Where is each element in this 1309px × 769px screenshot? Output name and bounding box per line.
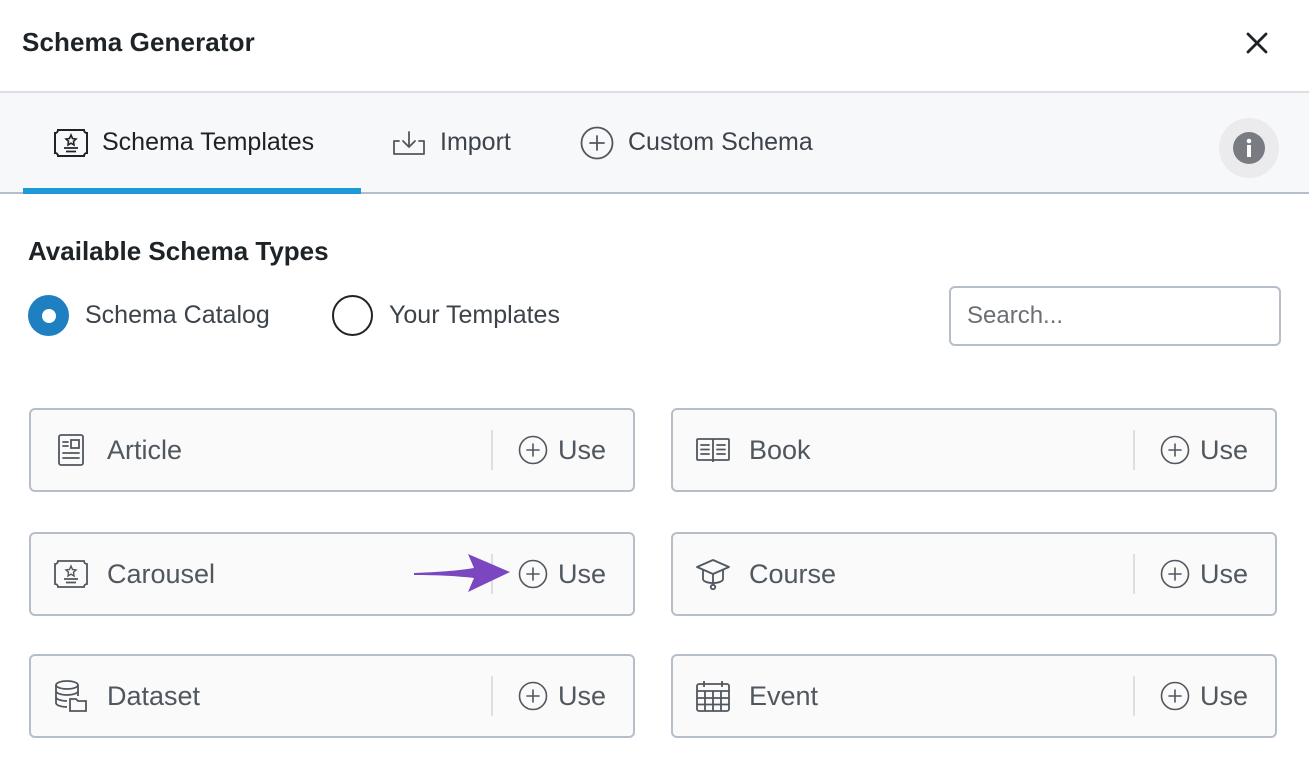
schema-card-carousel: Carousel Use — [29, 532, 635, 616]
schema-label: Carousel — [107, 558, 216, 589]
plus-circle-icon — [1159, 435, 1190, 466]
radio-selected-indicator[interactable] — [28, 295, 69, 336]
plus-circle-icon — [578, 126, 616, 160]
use-label: Use — [1200, 434, 1249, 465]
use-button-article[interactable]: Use — [517, 410, 606, 490]
tab-label: Custom Schema — [628, 128, 813, 156]
radio-label: Schema Catalog — [85, 301, 270, 329]
info-button[interactable] — [1219, 118, 1279, 178]
tab-label: Schema Templates — [102, 128, 315, 156]
divider — [491, 676, 493, 716]
plus-circle-icon — [517, 435, 548, 466]
use-label: Use — [558, 558, 607, 589]
schema-card-article: Article Use — [29, 408, 635, 492]
divider — [491, 430, 493, 470]
use-button-carousel[interactable]: Use — [517, 534, 606, 614]
use-label: Use — [1200, 558, 1249, 589]
book-icon — [695, 432, 731, 468]
certificate-icon — [53, 556, 89, 592]
schema-label: Course — [749, 558, 837, 589]
use-label: Use — [558, 434, 607, 465]
divider — [1133, 676, 1135, 716]
plus-circle-icon — [1159, 681, 1190, 712]
certificate-icon — [52, 126, 90, 160]
use-button-event[interactable]: Use — [1159, 656, 1248, 736]
schema-label: Dataset — [107, 680, 201, 711]
use-label: Use — [1200, 680, 1249, 711]
info-icon — [1233, 132, 1265, 164]
radio-your-templates[interactable]: Your Templates — [332, 295, 560, 336]
use-button-book[interactable]: Use — [1159, 410, 1248, 490]
use-label: Use — [558, 680, 607, 711]
radio-label: Your Templates — [389, 301, 560, 329]
tab-schema-templates[interactable]: Schema Templates — [23, 93, 361, 194]
tab-custom-schema[interactable]: Custom Schema — [578, 93, 813, 192]
database-icon — [53, 678, 89, 714]
tab-import[interactable]: Import — [390, 93, 511, 192]
section-title: Available Schema Types — [28, 236, 329, 266]
close-button[interactable] — [1240, 26, 1274, 60]
divider — [1133, 554, 1135, 594]
import-icon — [390, 126, 428, 160]
search-input[interactable] — [949, 286, 1281, 346]
schema-card-dataset: Dataset Use — [29, 654, 635, 738]
radio-schema-catalog[interactable]: Schema Catalog — [28, 295, 270, 336]
plus-circle-icon — [1159, 559, 1190, 590]
use-button-dataset[interactable]: Use — [517, 656, 606, 736]
modal-header: Schema Generator — [0, 0, 1309, 93]
plus-circle-icon — [517, 681, 548, 712]
schema-card-event: Event Use — [671, 654, 1277, 738]
divider — [491, 554, 493, 594]
use-button-course[interactable]: Use — [1159, 534, 1248, 614]
schema-card-book: Book Use — [671, 408, 1277, 492]
schema-label: Book — [749, 434, 811, 465]
tab-bar: Schema Templates Import Custom Schema — [0, 93, 1309, 194]
tab-label: Import — [440, 128, 511, 156]
schema-card-course: Course Use — [671, 532, 1277, 616]
radio-unselected-indicator[interactable] — [332, 295, 373, 336]
schema-label: Event — [749, 680, 819, 711]
divider — [1133, 430, 1135, 470]
graduation-cap-icon — [695, 556, 731, 592]
article-icon — [53, 432, 89, 468]
calendar-icon — [695, 678, 731, 714]
close-icon — [1246, 32, 1268, 54]
plus-circle-icon — [517, 559, 548, 590]
schema-label: Article — [107, 434, 183, 465]
modal-title: Schema Generator — [22, 27, 255, 57]
